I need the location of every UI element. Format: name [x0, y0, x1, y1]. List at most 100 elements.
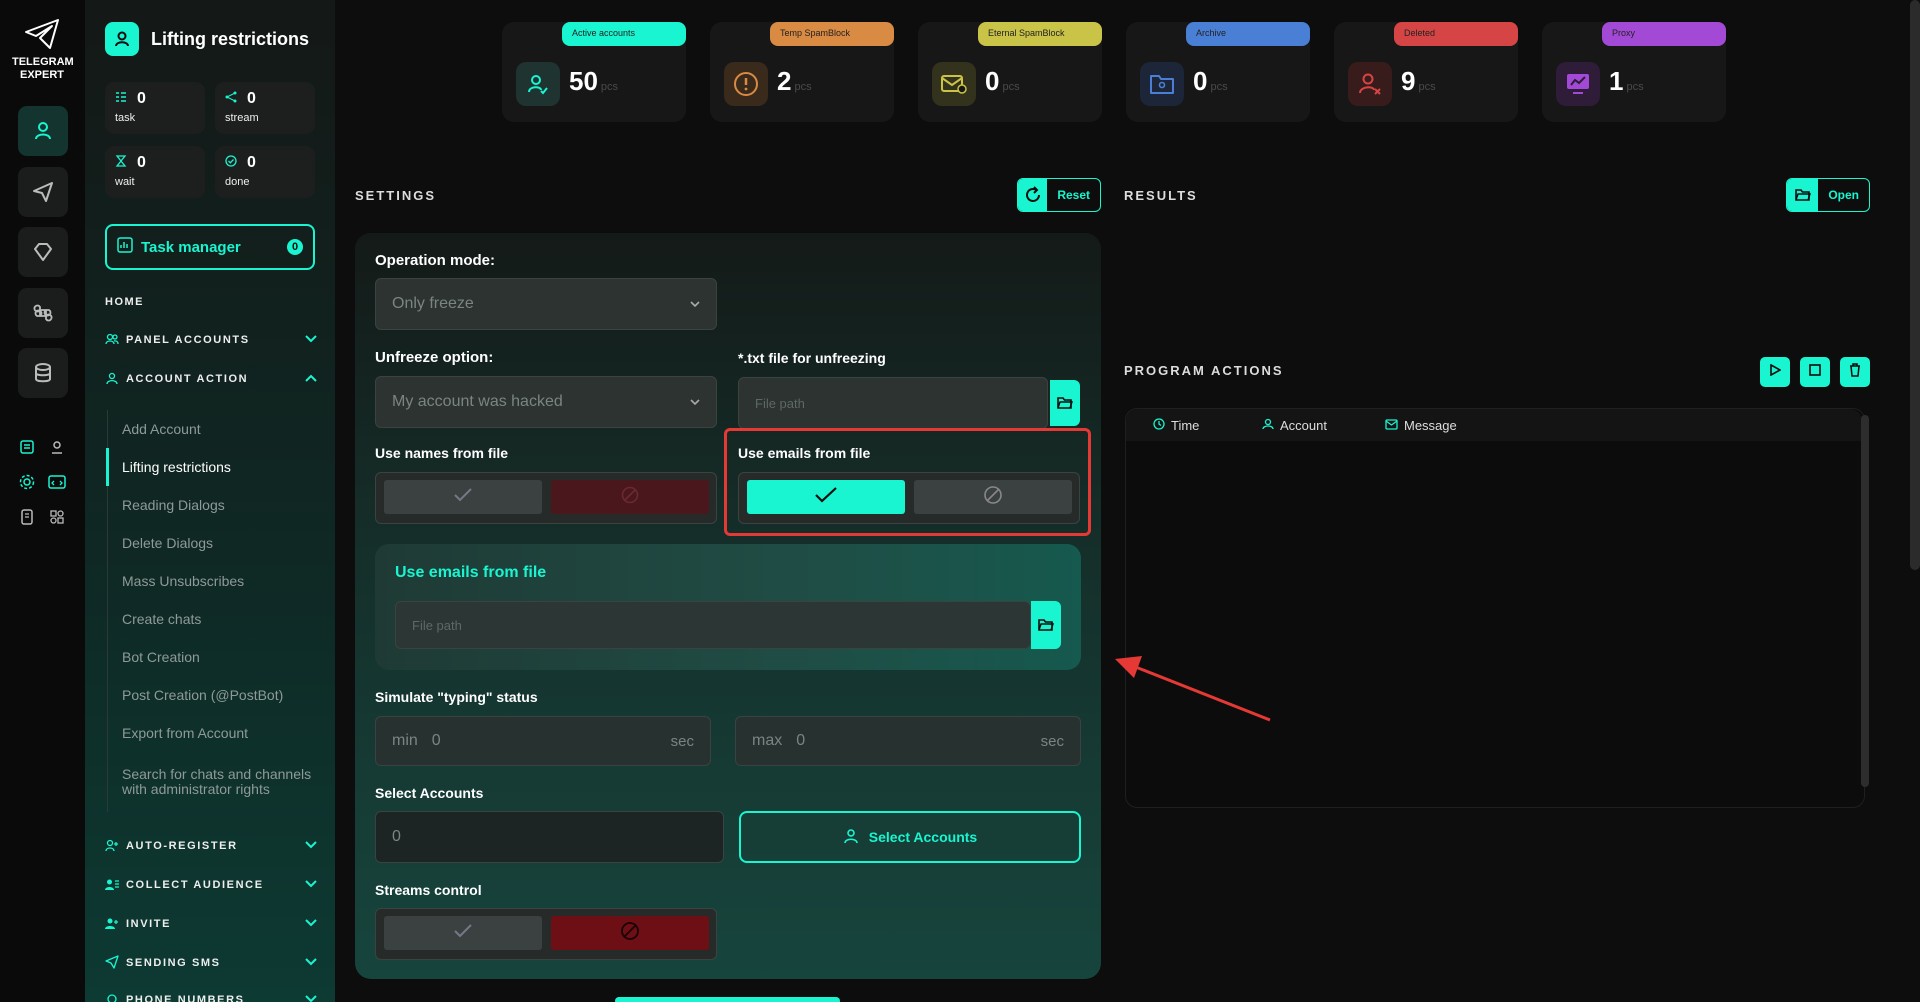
start-button[interactable] — [615, 997, 840, 1002]
stat-card-deleted[interactable]: Deleted 9 pcs — [1334, 22, 1518, 122]
stat-card-active-accounts[interactable]: Active accounts 50 pcs — [502, 22, 686, 122]
reset-button[interactable]: Reset — [1017, 178, 1101, 212]
nav-group-phone-numbers[interactable]: PHONE NUMBERS — [105, 990, 317, 1002]
folder-open-icon — [1787, 179, 1819, 211]
chevron-down-icon — [305, 879, 317, 891]
stat-done-value: 0 — [247, 154, 256, 171]
stat-stream: 0 stream — [215, 82, 315, 134]
use-names-yes-button[interactable] — [384, 480, 542, 514]
folder-open-icon[interactable] — [1050, 380, 1080, 426]
archive-folder-icon — [1140, 62, 1184, 106]
select-accounts-button[interactable]: Select Accounts — [739, 811, 1081, 863]
logo-text-2: EXPERT — [19, 69, 64, 81]
sidebar-item-post-creation[interactable]: Post Creation (@PostBot) — [108, 676, 317, 714]
report-icon[interactable] — [17, 437, 37, 457]
folder-open-icon[interactable] — [1031, 601, 1061, 649]
rail-send-button[interactable] — [18, 167, 68, 217]
code-window-icon[interactable] — [47, 472, 67, 492]
log-scrollbar[interactable] — [1861, 415, 1869, 787]
nav-group-label: PHONE NUMBERS — [126, 994, 245, 1002]
nav-group-collect-audience[interactable]: COLLECT AUDIENCE — [105, 875, 317, 895]
grid-widgets-icon[interactable] — [47, 507, 67, 527]
clear-log-button[interactable] — [1840, 357, 1870, 387]
user-x-icon — [1348, 62, 1392, 106]
unfreeze-option-value: My account was hacked — [392, 393, 563, 410]
block-icon — [620, 921, 640, 946]
nav-group-auto-register[interactable]: AUTO-REGISTER — [105, 836, 317, 856]
task-manager-label: Task manager — [141, 238, 241, 256]
sidebar-item-mass-unsubscribes[interactable]: Mass Unsubscribes — [108, 562, 317, 600]
actions-log[interactable]: Time Account Message — [1125, 408, 1865, 808]
page-scrollbar[interactable] — [1910, 0, 1920, 570]
stat-value: 0 pcs — [1193, 66, 1228, 96]
typing-max-value: 0 — [796, 732, 806, 749]
emails-file-input[interactable]: File path — [395, 601, 1031, 649]
command-icon — [33, 304, 53, 322]
typing-max-input[interactable]: max 0 sec — [735, 716, 1081, 766]
user-icon — [35, 122, 51, 140]
reset-label: Reset — [1057, 188, 1090, 202]
unfreeze-option-select[interactable]: My account was hacked — [375, 376, 717, 428]
trash-icon — [1849, 362, 1861, 382]
stat-card-eternal-spamblock[interactable]: Eternal SpamBlock 0 pcs — [918, 22, 1102, 122]
document-icon[interactable] — [17, 507, 37, 527]
select-accounts-count[interactable]: 0 — [375, 811, 724, 863]
logo-text-1: TELEGRAM — [12, 56, 74, 68]
streams-yes-button[interactable] — [384, 916, 542, 950]
txt-file-input[interactable]: File path — [738, 377, 1048, 429]
typing-max-prefix: max — [752, 732, 783, 749]
stop-button[interactable] — [1800, 357, 1830, 387]
operation-mode-select[interactable]: Only freeze — [375, 278, 717, 330]
typing-min-input[interactable]: min 0 sec — [375, 716, 711, 766]
sidebar-item-export-from-account[interactable]: Export from Account — [108, 714, 317, 752]
sidebar-item-bot-creation[interactable]: Bot Creation — [108, 638, 317, 676]
open-results-button[interactable]: Open — [1786, 178, 1870, 212]
send-icon — [105, 954, 119, 972]
alert-icon — [724, 62, 768, 106]
stat-tag: Proxy — [1602, 22, 1726, 46]
settings-gear-icon[interactable] — [17, 472, 37, 492]
stat-card-archive[interactable]: Archive 0 pcs — [1126, 22, 1310, 122]
task-manager-button[interactable]: Task manager 0 — [105, 224, 315, 270]
stat-card-proxy[interactable]: Proxy 1 pcs — [1542, 22, 1726, 122]
diamond-icon — [34, 243, 52, 261]
nav-group-sending-sms[interactable]: SENDING SMS — [105, 953, 317, 973]
chevron-down-icon — [305, 918, 317, 930]
play-button[interactable] — [1760, 357, 1790, 387]
typing-max-unit: sec — [1040, 732, 1064, 750]
stat-task-label: task — [115, 112, 136, 124]
icon-rail: TELEGRAM EXPERT — [0, 0, 85, 1002]
rail-diamond-button[interactable] — [18, 227, 68, 277]
play-icon — [1769, 363, 1782, 381]
mail-block-icon — [932, 62, 976, 106]
nav-group-label: INVITE — [126, 918, 172, 930]
highlight-box — [724, 428, 1091, 536]
nav-group-panel-accounts[interactable]: PANEL ACCOUNTS — [105, 330, 317, 350]
unfreeze-option-label: Unfreeze option: — [375, 349, 494, 366]
nav-home[interactable]: HOME — [105, 296, 144, 308]
telegram-logo-icon — [25, 19, 59, 49]
stream-icon — [225, 90, 237, 108]
sidebar-item-search-admin-chats[interactable]: Search for chats and channels with admin… — [108, 752, 317, 812]
location-icon[interactable] — [47, 437, 67, 457]
sidebar-item-delete-dialogs[interactable]: Delete Dialogs — [108, 524, 317, 562]
stat-card-temp-spamblock[interactable]: Temp SpamBlock 2 pcs — [710, 22, 894, 122]
stat-tag: Active accounts — [562, 22, 686, 46]
sidebar-item-reading-dialogs[interactable]: Reading Dialogs — [108, 486, 317, 524]
streams-no-button[interactable] — [551, 916, 709, 950]
sidebar-item-lifting-restrictions[interactable]: Lifting restrictions — [106, 448, 317, 486]
rail-command-button[interactable] — [18, 288, 68, 338]
stat-value: 2 pcs — [777, 66, 812, 96]
nav-group-invite[interactable]: INVITE — [105, 914, 317, 934]
nav-group-account-action[interactable]: ACCOUNT ACTION — [105, 369, 317, 389]
annotation-arrow-icon — [1115, 656, 1271, 722]
use-names-no-button[interactable] — [551, 480, 709, 514]
rail-database-button[interactable] — [18, 348, 68, 398]
rail-accounts-button[interactable] — [18, 106, 68, 156]
account-action-submenu: Add Account Lifting restrictions Reading… — [106, 410, 317, 812]
app-logo[interactable]: TELEGRAM EXPERT — [12, 18, 74, 82]
sidebar-item-add-account[interactable]: Add Account — [108, 410, 317, 448]
sidebar-item-create-chats[interactable]: Create chats — [108, 600, 317, 638]
stat-tag: Temp SpamBlock — [770, 22, 894, 46]
proxy-icon — [1556, 62, 1600, 106]
